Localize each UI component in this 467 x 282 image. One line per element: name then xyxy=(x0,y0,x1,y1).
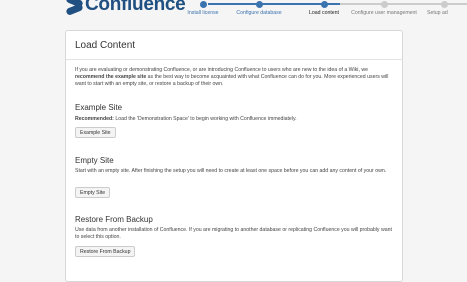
intro-text: If you are evaluating or demonstrating C… xyxy=(75,67,393,88)
step-dot xyxy=(255,0,263,8)
example-site-description: Recommended: Load the 'Demonstration Spa… xyxy=(75,116,393,123)
step-label: Configure user management xyxy=(351,10,417,16)
step-setup-admin: Setup ad xyxy=(427,0,467,16)
example-site-button[interactable]: Example Site xyxy=(75,127,116,138)
step-dot xyxy=(320,0,328,8)
step-label: Configure database xyxy=(236,10,282,16)
load-content-panel: Load Content If you are evaluating or de… xyxy=(65,30,403,282)
restore-backup-button[interactable]: Restore From Backup xyxy=(75,246,136,257)
setup-progress: Install license Configure database Load … xyxy=(187,0,467,24)
step-label: Setup ad xyxy=(427,10,448,16)
empty-site-description: Start with an empty site. After finishin… xyxy=(75,168,387,174)
recommended-label: Recommended: xyxy=(75,116,114,122)
page-title: Load Content xyxy=(75,40,136,51)
restore-backup-heading: Restore From Backup xyxy=(75,215,153,224)
empty-site-button[interactable]: Empty Site xyxy=(75,187,111,198)
step-dot xyxy=(441,0,448,8)
restore-backup-description: Use data from another installation of Co… xyxy=(75,227,392,240)
example-site-heading: Example Site xyxy=(75,103,123,112)
divider xyxy=(66,59,402,60)
example-site-text: Load the 'Demonstration Space' to begin … xyxy=(113,116,297,122)
intro-text-emphasis: recommend the example site xyxy=(75,74,147,80)
step-dot xyxy=(380,0,388,8)
step-dot xyxy=(199,0,207,8)
step-configure-user-management: Configure user management xyxy=(349,0,419,16)
header: Confluence Install license Configure dat… xyxy=(0,0,467,24)
intro-text-start: If you are evaluating or demonstrating C… xyxy=(75,67,368,73)
confluence-logo-icon xyxy=(66,0,83,14)
empty-site-heading: Empty Site xyxy=(75,156,114,165)
step-configure-database: Configure database xyxy=(224,0,294,16)
